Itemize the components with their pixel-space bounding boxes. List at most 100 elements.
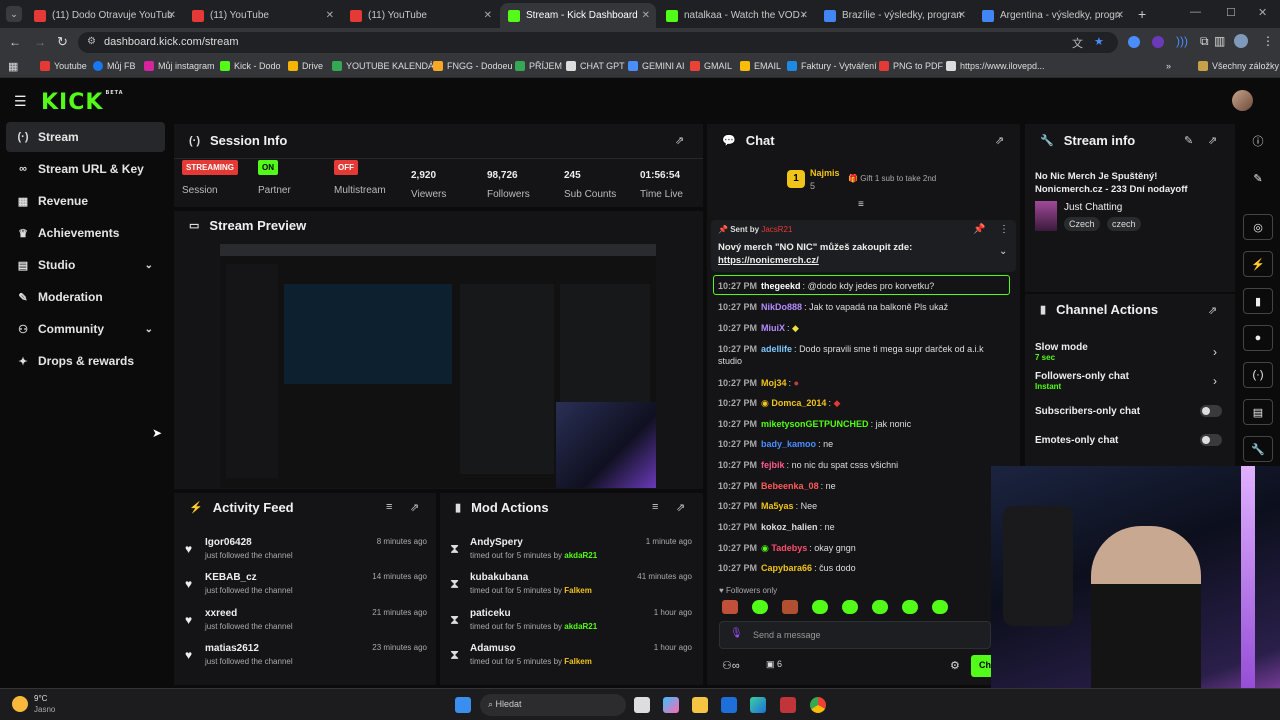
taskbar-search[interactable]: ⌕ Hledat (480, 694, 626, 716)
popout-icon[interactable]: ⇗ (410, 501, 419, 514)
close-tab-icon[interactable]: ✕ (168, 10, 176, 21)
windows-start-icon[interactable] (455, 697, 471, 713)
minimize-icon[interactable]: — (1190, 6, 1201, 18)
bookmark-item[interactable]: PNG to PDF (879, 61, 943, 71)
filter-icon[interactable]: ≡ (386, 501, 392, 513)
lightning-icon[interactable]: ⚡ (1243, 251, 1273, 277)
chevron-down-icon[interactable]: ⌄ (145, 260, 153, 271)
sidebar-item-moderation[interactable]: ✎ Moderation (6, 282, 165, 312)
top-gifter-name[interactable]: Najmis (810, 168, 840, 178)
close-tab-icon[interactable]: ✕ (800, 10, 808, 21)
extensions-icon[interactable]: ⧉ (1200, 34, 1209, 49)
bookmark-item[interactable]: Můj instagram (144, 61, 215, 71)
browser-tab[interactable]: (11) YouTube ✕ (184, 3, 340, 28)
bookmark-item[interactable]: CHAT GPT (566, 61, 625, 71)
pinned-menu-icon[interactable]: ⋮ (999, 224, 1009, 235)
bookmark-item[interactable]: Drive (288, 61, 323, 71)
chevron-right-icon[interactable]: › (1213, 374, 1217, 388)
close-tab-icon[interactable]: ✕ (958, 10, 966, 21)
tag-chip[interactable]: czech (1107, 217, 1141, 231)
popout-icon[interactable]: ⇗ (1208, 134, 1217, 147)
chat-send-button[interactable]: Ch (971, 655, 993, 677)
target-icon[interactable]: ◎ (1243, 214, 1273, 240)
emote-icon[interactable] (932, 600, 948, 614)
sidebar-item-achievements[interactable]: ♛ Achievements (6, 218, 165, 248)
close-tab-icon[interactable]: ✕ (326, 10, 334, 21)
bookmark-item[interactable]: FNGG - Dodoeu (433, 61, 513, 71)
chrome-icon[interactable] (810, 697, 826, 713)
category-name[interactable]: Just Chatting (1064, 202, 1122, 213)
edit-icon[interactable]: ✎ (1243, 165, 1273, 191)
sidebar-item-studio[interactable]: ▤ Studio ⌄ (6, 250, 165, 280)
extension-icon[interactable] (1152, 36, 1164, 48)
clipboard-icon[interactable]: ▮ (1243, 288, 1273, 314)
new-tab-button[interactable]: + (1138, 6, 1146, 22)
broadcast-icon[interactable]: (·) (1243, 362, 1273, 388)
popout-icon[interactable]: ⇗ (675, 134, 684, 147)
bookmark-item[interactable]: Youtube (40, 61, 87, 71)
menu-icon[interactable]: ⋮ (1262, 34, 1274, 48)
user-avatar[interactable] (1232, 90, 1253, 111)
emote-icon[interactable] (902, 600, 918, 614)
app-icon[interactable] (780, 697, 796, 713)
all-bookmarks-folder[interactable]: Všechny záložky (1198, 61, 1279, 71)
bookmark-item[interactable]: GEMINI AI (628, 61, 685, 71)
close-tab-icon[interactable]: ✕ (1116, 10, 1124, 21)
chat-users-icon[interactable]: ⚇∞ (722, 659, 740, 672)
copilot-icon[interactable] (663, 697, 679, 713)
chevron-down-icon[interactable]: ⌄ (999, 246, 1007, 257)
back-icon[interactable]: ← (9, 35, 21, 49)
forward-icon[interactable]: → (34, 35, 46, 49)
bookmark-item[interactable]: EMAIL (740, 61, 781, 71)
bookmark-item[interactable]: Faktury - Vytváření (787, 61, 877, 71)
layout-icon[interactable]: ▤ (1243, 399, 1273, 425)
sidebar-item-revenue[interactable]: ▦ Revenue (6, 186, 165, 216)
bookmark-item[interactable]: Kick - Dodo (220, 61, 281, 71)
url-input[interactable]: ⚙ dashboard.kick.com/stream 文 ★ (78, 32, 1118, 53)
browser-tab[interactable]: natalkaa - Watch the VOD on K✕ (658, 3, 814, 28)
bookmark-item[interactable]: GMAIL (690, 61, 732, 71)
microphone-icon[interactable]: 🎙 (730, 628, 743, 639)
task-view-icon[interactable] (634, 697, 650, 713)
emote-icon[interactable] (782, 600, 798, 614)
chat-settings-icon[interactable]: ⚙ (950, 659, 960, 672)
close-tab-icon[interactable]: ✕ (642, 10, 650, 21)
emote-icon[interactable] (872, 600, 888, 614)
wrench-icon[interactable]: 🔧 (1243, 436, 1273, 462)
apps-icon[interactable]: ▦ (8, 60, 18, 73)
popout-icon[interactable]: ⇗ (1208, 304, 1217, 317)
emote-icon[interactable] (842, 600, 858, 614)
hamburger-menu-icon[interactable]: ☰ (14, 93, 27, 110)
chevron-down-icon[interactable]: ⌄ (145, 324, 153, 335)
bookmark-item[interactable]: PŘÍJEM (515, 61, 562, 71)
slow-mode-row[interactable]: Slow mode 7 sec (1035, 342, 1088, 362)
site-info-icon[interactable]: ⚙ (87, 36, 96, 47)
bookmark-item[interactable]: YOUTUBE KALENDÁŘ (332, 61, 441, 71)
edit-icon[interactable]: ✎ (1184, 134, 1193, 147)
bookmark-item[interactable]: https://www.ilovepd... (946, 61, 1045, 71)
outlook-icon[interactable] (721, 697, 737, 713)
browser-tab[interactable]: (11) YouTube ✕ (342, 3, 498, 28)
extension-icon[interactable]: ))) (1176, 34, 1188, 48)
tag-chip[interactable]: Czech (1064, 217, 1100, 231)
sidepanel-icon[interactable]: ▥ (1214, 34, 1225, 48)
tab-list-icon[interactable]: ⌄ (6, 6, 22, 22)
browser-tab[interactable]: Brazílie - výsledky, program záp✕ (816, 3, 972, 28)
emote-icon[interactable] (812, 600, 828, 614)
browser-tab[interactable]: (11) Dodo Otravuje YouTubery✕ (26, 3, 182, 28)
followers-only-row[interactable]: Followers-only chat Instant (1035, 371, 1129, 391)
sidebar-item-stream[interactable]: (·) Stream (6, 122, 165, 152)
file-explorer-icon[interactable] (692, 697, 708, 713)
popout-icon[interactable]: ⇗ (676, 501, 685, 514)
unpin-icon[interactable]: 📌 (973, 224, 985, 235)
extension-icon[interactable] (1128, 36, 1140, 48)
chat-bubble-icon[interactable]: ● (1243, 325, 1273, 351)
expand-leaderboard-icon[interactable]: ≡ (858, 199, 864, 210)
chat-input[interactable]: 🎙 Send a message (719, 621, 991, 649)
browser-tab-active[interactable]: Stream - Kick Dashboard ✕ (500, 3, 656, 28)
close-tab-icon[interactable]: ✕ (484, 10, 492, 21)
chevron-right-icon[interactable]: › (1213, 345, 1217, 359)
reload-icon[interactable]: ↻ (57, 34, 68, 50)
stream-preview-video[interactable] (220, 244, 656, 488)
maximize-icon[interactable]: ☐ (1226, 6, 1236, 19)
